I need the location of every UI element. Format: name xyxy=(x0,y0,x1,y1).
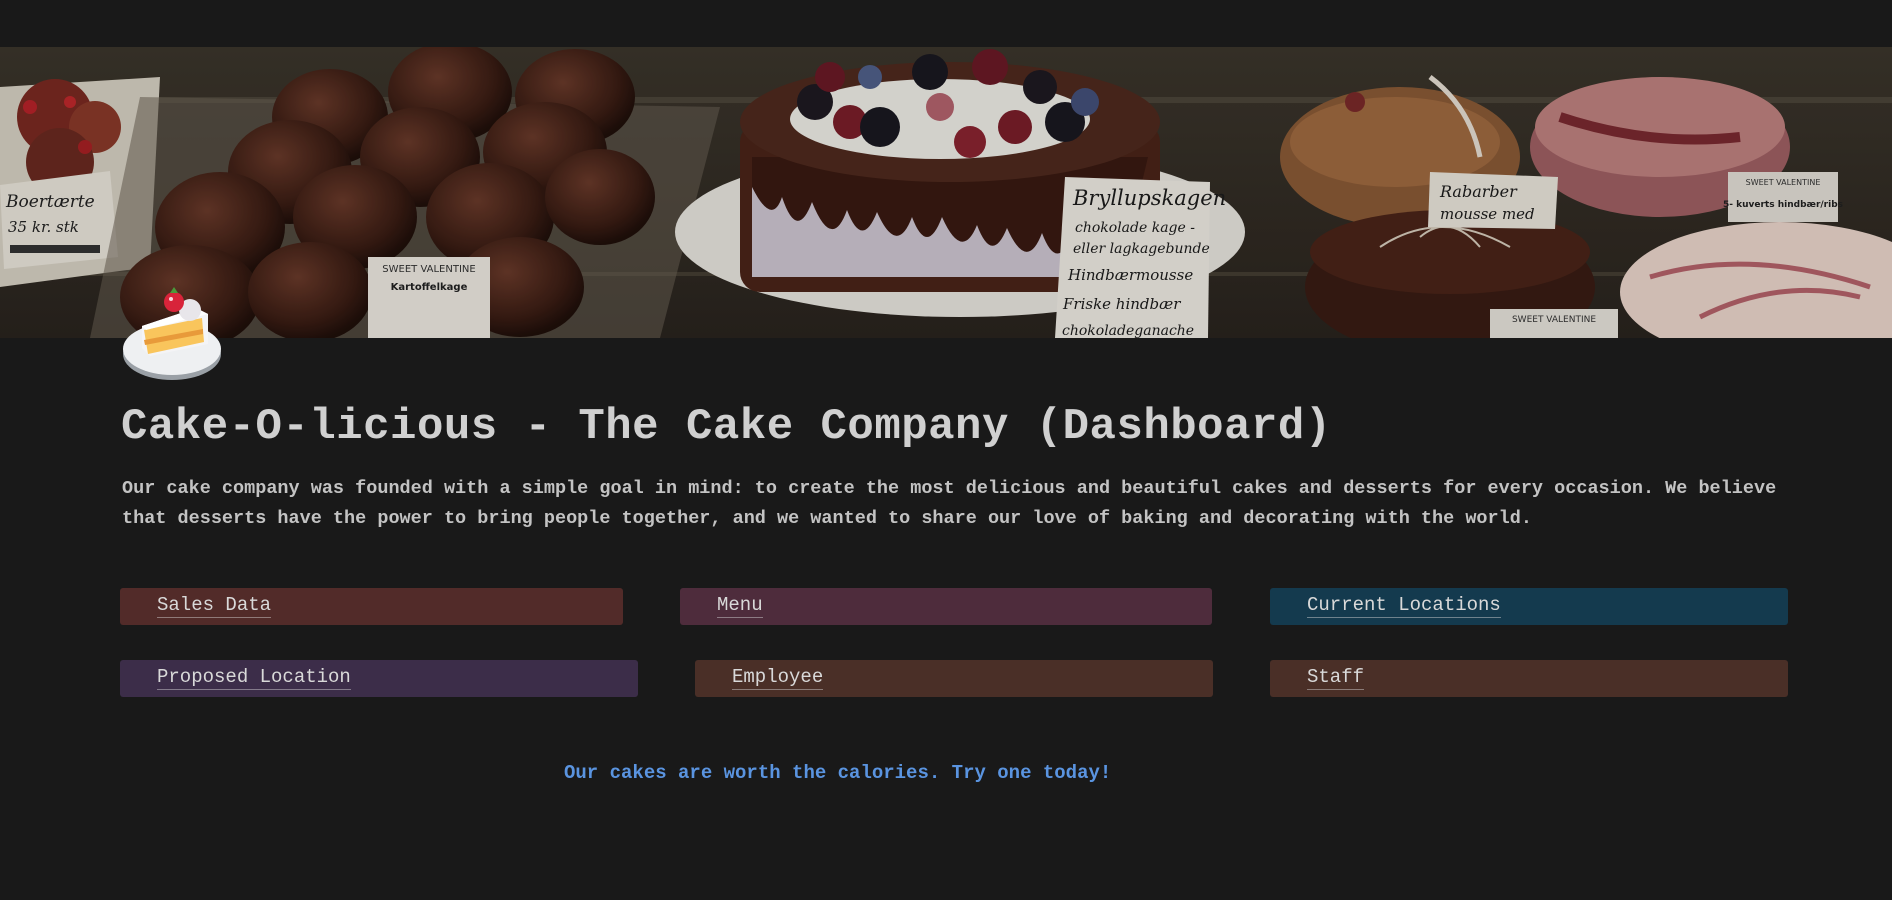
sales-data-link[interactable]: Sales Data xyxy=(120,588,623,625)
cover-image: Boertærte 35 kr. stk SWEET VALENTINE Kar… xyxy=(0,47,1892,338)
current-locations-link[interactable]: Current Locations xyxy=(1270,588,1788,625)
proposed-location-label: Proposed Location xyxy=(157,666,351,690)
menu-label: Menu xyxy=(717,594,763,618)
staff-link[interactable]: Staff xyxy=(1270,660,1788,697)
employee-label: Employee xyxy=(732,666,824,690)
intro-paragraph: Our cake company was founded with a simp… xyxy=(122,478,1777,529)
menu-link[interactable]: Menu xyxy=(680,588,1212,625)
current-locations-label: Current Locations xyxy=(1307,594,1501,618)
tagline: Our cakes are worth the calories. Try on… xyxy=(564,762,1112,784)
shortcake-icon[interactable] xyxy=(120,282,224,386)
sales-data-label: Sales Data xyxy=(157,594,272,618)
proposed-location-link[interactable]: Proposed Location xyxy=(120,660,638,697)
staff-label: Staff xyxy=(1307,666,1365,690)
employee-link[interactable]: Employee xyxy=(695,660,1213,697)
page-title: Cake-O-licious - The Cake Company (Dashb… xyxy=(121,402,1332,452)
top-bar xyxy=(0,0,1892,47)
